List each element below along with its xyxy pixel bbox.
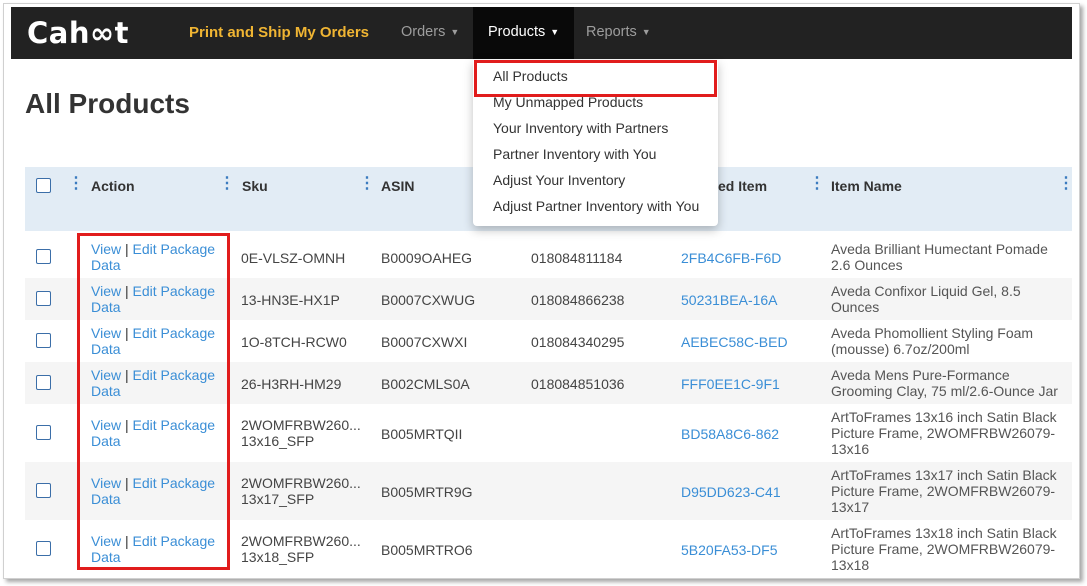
cell-sku: 26-H3RH-HM29 xyxy=(241,376,342,392)
highlight-action-column xyxy=(77,233,230,570)
header-mapped-item: ed Item xyxy=(718,178,768,194)
cell-sku: 13-HN3E-HX1P xyxy=(241,292,340,308)
top-navbar: Cah∞t Print and Ship My Orders Orders ▼ P… xyxy=(11,7,1072,59)
cell-item-name: Aveda Mens Pure-Formance Grooming Clay, 7… xyxy=(831,367,1058,399)
menu-item-adjust-inventory[interactable]: Adjust Your Inventory xyxy=(473,170,718,196)
cell-asin: B0009OAHEG xyxy=(381,250,473,266)
cell-asin: B0007CXWUG xyxy=(381,292,476,308)
header-action: Action xyxy=(91,178,135,194)
cell-item-name: ArtToFrames 13x18 inch Satin Black Pictur… xyxy=(831,525,1057,573)
column-menu-icon[interactable]: ⋮ xyxy=(809,176,825,192)
cell-sku: 0E-VLSZ-OMNH xyxy=(241,250,346,266)
cahoot-logo[interactable]: Cah∞t xyxy=(27,16,129,50)
reports-menu-label: Reports xyxy=(586,24,637,40)
header-asin: ASIN xyxy=(381,178,415,194)
mapped-item-link[interactable]: BD58A8C6-862 xyxy=(681,426,779,442)
row-checkbox[interactable] xyxy=(36,375,51,390)
page-title: All Products xyxy=(25,88,190,119)
cell-asin: B002CMLS0A xyxy=(381,376,470,392)
cell-upc: 018084340295 xyxy=(531,334,625,350)
mapped-item-link[interactable]: AEBEC58C-BED xyxy=(681,334,788,350)
cell-upc: 018084866238 xyxy=(531,292,625,308)
cell-item-name: Aveda Brilliant Humectant Pomade 2.6 Ounc… xyxy=(831,241,1048,273)
caret-down-icon: ▼ xyxy=(450,27,460,38)
column-menu-icon[interactable]: ⋮ xyxy=(68,176,84,192)
row-checkbox[interactable] xyxy=(36,333,51,348)
caret-down-icon: ▼ xyxy=(641,27,651,38)
mapped-item-link[interactable]: D95DD623-C41 xyxy=(681,484,781,500)
cell-sku: 1O-8TCH-RCW0 xyxy=(241,334,347,350)
column-menu-icon[interactable]: ⋮ xyxy=(219,176,235,192)
cell-asin: B005MRTRO6 xyxy=(381,542,473,558)
products-menu-label: Products xyxy=(488,24,546,40)
mapped-item-link[interactable]: 50231BEA-16A xyxy=(681,292,778,308)
orders-menu[interactable]: Orders ▼ xyxy=(401,24,459,40)
cell-asin: B0007CXWXI xyxy=(381,334,468,350)
cell-item-name: Aveda Confixor Liquid Gel, 8.5 Ounces xyxy=(831,283,1021,315)
header-item-name: Item Name xyxy=(831,178,902,194)
cell-asin: B005MRTR9G xyxy=(381,484,473,500)
row-checkbox[interactable] xyxy=(36,483,51,498)
row-checkbox[interactable] xyxy=(36,249,51,264)
header-sku: Sku xyxy=(242,178,268,194)
mapped-item-link[interactable]: 5B20FA53-DF5 xyxy=(681,542,778,558)
products-menu[interactable]: Products ▼ xyxy=(473,7,575,59)
row-checkbox[interactable] xyxy=(36,291,51,306)
row-checkbox[interactable] xyxy=(36,541,51,556)
cell-upc: 018084811184 xyxy=(531,250,623,266)
cell-upc: 018084851036 xyxy=(531,376,625,392)
mapped-item-link[interactable]: 2FB4C6FB-F6D xyxy=(681,250,781,266)
reports-menu[interactable]: Reports ▼ xyxy=(586,24,651,40)
highlight-all-products xyxy=(474,60,717,97)
mapped-item-link[interactable]: FFF0EE1C-9F1 xyxy=(681,376,780,392)
cell-item-name: ArtToFrames 13x16 inch Satin Black Pictur… xyxy=(831,409,1057,457)
print-ship-orders-link[interactable]: Print and Ship My Orders xyxy=(189,24,369,41)
menu-item-partner-inventory[interactable]: Partner Inventory with You xyxy=(473,144,718,170)
cell-sku: 2WOMFRBW260... 13x18_SFP xyxy=(241,533,361,565)
cell-sku: 2WOMFRBW260... 13x16_SFP xyxy=(241,417,361,449)
menu-item-inventory-with-partners[interactable]: Your Inventory with Partners xyxy=(473,118,718,144)
cell-item-name: ArtToFrames 13x17 inch Satin Black Pictur… xyxy=(831,467,1057,515)
select-all-checkbox[interactable] xyxy=(36,178,51,193)
cell-asin: B005MRTQII xyxy=(381,426,463,442)
caret-down-icon: ▼ xyxy=(550,27,560,38)
column-menu-icon[interactable]: ⋮ xyxy=(1058,176,1074,192)
orders-menu-label: Orders xyxy=(401,24,446,40)
cell-sku: 2WOMFRBW260... 13x17_SFP xyxy=(241,475,361,507)
cell-item-name: Aveda Phomollient Styling Foam (mousse) 6… xyxy=(831,325,1034,357)
menu-item-adjust-partner-inventory[interactable]: Adjust Partner Inventory with You xyxy=(473,196,718,222)
row-checkbox[interactable] xyxy=(36,425,51,440)
column-menu-icon[interactable]: ⋮ xyxy=(359,176,375,192)
